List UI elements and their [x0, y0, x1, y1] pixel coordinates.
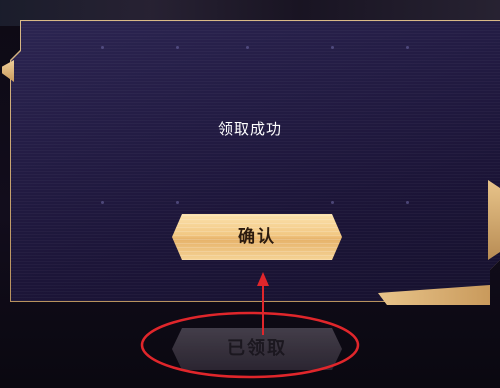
decor-dot: [406, 201, 409, 204]
dialog-corner-accent: [2, 60, 14, 82]
dialog-message: 领取成功: [217, 120, 282, 138]
decor-dot: [331, 46, 334, 49]
dialog-corner-accent: [488, 180, 500, 260]
decor-dot: [101, 201, 104, 204]
confirm-button[interactable]: 确认: [172, 214, 342, 260]
claimed-button[interactable]: 已领取: [172, 328, 342, 370]
confirm-button-label: 确认: [238, 227, 276, 247]
decor-dot: [176, 201, 179, 204]
claimed-button-label: 已领取: [227, 338, 287, 359]
decor-dot: [176, 46, 179, 49]
decor-dot: [101, 46, 104, 49]
game-screen: 已领取 领取成功 确认: [0, 0, 500, 388]
decor-dot: [331, 201, 334, 204]
decor-dot: [406, 46, 409, 49]
decor-dot: [246, 46, 249, 49]
